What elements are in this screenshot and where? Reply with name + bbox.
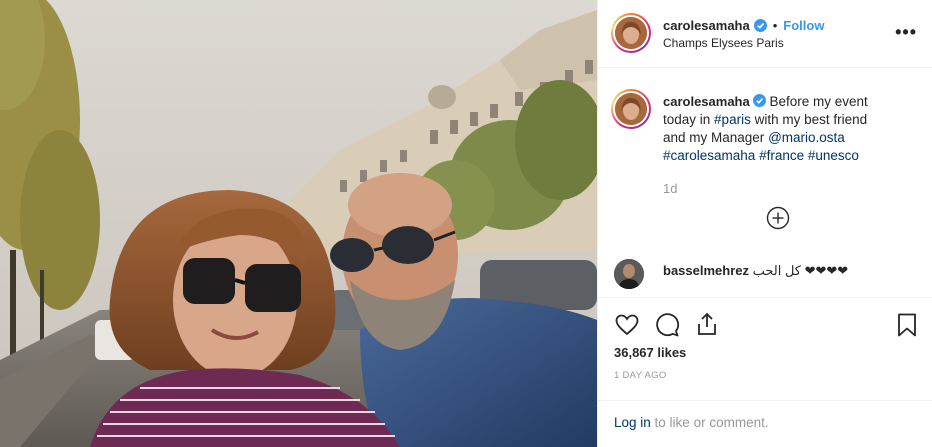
- comment-item: basselmehrez كل الحب ❤❤❤❤: [611, 256, 921, 290]
- login-bar: Log in to like or comment.: [598, 400, 932, 447]
- login-prompt: Log in to like or comment.: [614, 415, 769, 430]
- caption-time: 1d: [663, 181, 678, 196]
- selfie-image: [0, 0, 597, 447]
- comment-text: basselmehrez كل الحب ❤❤❤❤: [663, 263, 848, 279]
- caption-text: carolesamaha Before my event today in #p…: [663, 93, 891, 165]
- post-actions: 36,867 likes 1 DAY AGO: [598, 297, 932, 409]
- more-options-icon[interactable]: •••: [895, 22, 917, 43]
- verified-badge-icon: [752, 94, 766, 107]
- post-photo[interactable]: [0, 0, 597, 447]
- mention-mario-osta[interactable]: @mario.osta: [768, 130, 845, 145]
- post-side-panel: carolesamaha • Follow Champs Elysees Par…: [597, 0, 932, 447]
- commenter-username[interactable]: basselmehrez: [663, 263, 749, 278]
- separator-dot: •: [772, 18, 778, 33]
- hashtag-paris[interactable]: #paris: [714, 112, 751, 127]
- caption-username[interactable]: carolesamaha: [663, 94, 750, 109]
- author-username[interactable]: carolesamaha: [663, 18, 750, 33]
- follow-button[interactable]: Follow: [783, 18, 824, 33]
- comment-icon[interactable]: [654, 312, 680, 338]
- hashtag-carolesamaha[interactable]: #carolesamaha: [663, 148, 755, 163]
- bookmark-icon[interactable]: [894, 312, 920, 338]
- verified-badge-icon: [753, 19, 767, 32]
- author-avatar[interactable]: [611, 13, 651, 53]
- author-line: carolesamaha • Follow: [663, 18, 824, 33]
- post-header: carolesamaha • Follow Champs Elysees Par…: [598, 0, 932, 68]
- comment-body: كل الحب ❤❤❤❤: [752, 263, 849, 278]
- caption-avatar[interactable]: [611, 89, 651, 129]
- hashtag-unesco[interactable]: #unesco: [808, 148, 859, 163]
- commenter-avatar[interactable]: [614, 259, 644, 289]
- post-timestamp[interactable]: 1 DAY AGO: [614, 370, 667, 381]
- plus-circle-icon[interactable]: [766, 206, 790, 230]
- post-location[interactable]: Champs Elysees Paris: [663, 36, 784, 50]
- login-rest: to like or comment.: [650, 415, 769, 430]
- heart-icon[interactable]: [614, 312, 640, 338]
- share-icon[interactable]: [694, 311, 720, 337]
- hashtag-france[interactable]: #france: [759, 148, 804, 163]
- login-link[interactable]: Log in: [614, 415, 651, 430]
- like-count[interactable]: 36,867 likes: [614, 345, 686, 360]
